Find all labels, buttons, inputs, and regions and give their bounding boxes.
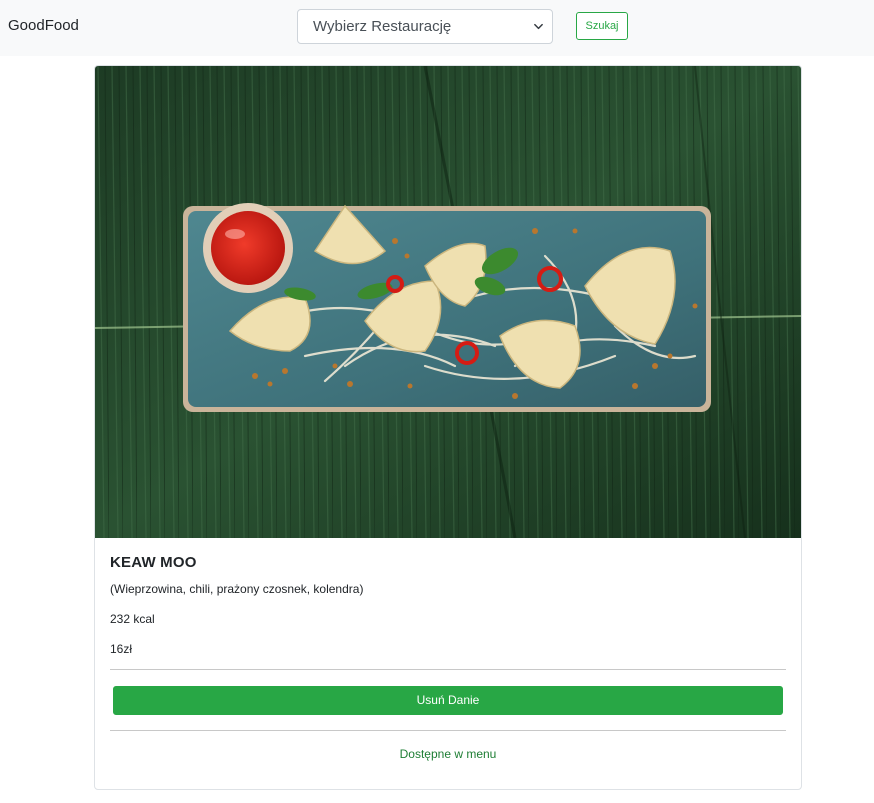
search-button[interactable]: Szukaj (576, 12, 628, 40)
availability-status: Dostępne w menu (399, 747, 497, 761)
dish-image (95, 66, 801, 538)
delete-dish-button[interactable]: Usuń Danie (113, 686, 783, 715)
chevron-down-icon (534, 23, 543, 30)
divider (110, 669, 786, 670)
divider (110, 730, 786, 731)
navbar: GoodFood Wybierz Restaurację Szukaj (0, 0, 874, 56)
brand-logo[interactable]: GoodFood (8, 16, 79, 36)
restaurant-select-value: Wybierz Restaurację (313, 18, 452, 35)
dish-card: KEAW MOO (Wieprzowina, chili, prażony cz… (94, 65, 802, 790)
dish-name: KEAW MOO (110, 554, 197, 571)
dish-description: (Wieprzowina, chili, prażony czosnek, ko… (110, 582, 364, 596)
dish-price: 16zł (110, 642, 133, 656)
restaurant-select[interactable]: Wybierz Restaurację (297, 9, 553, 44)
dish-calories: 232 kcal (110, 612, 155, 626)
